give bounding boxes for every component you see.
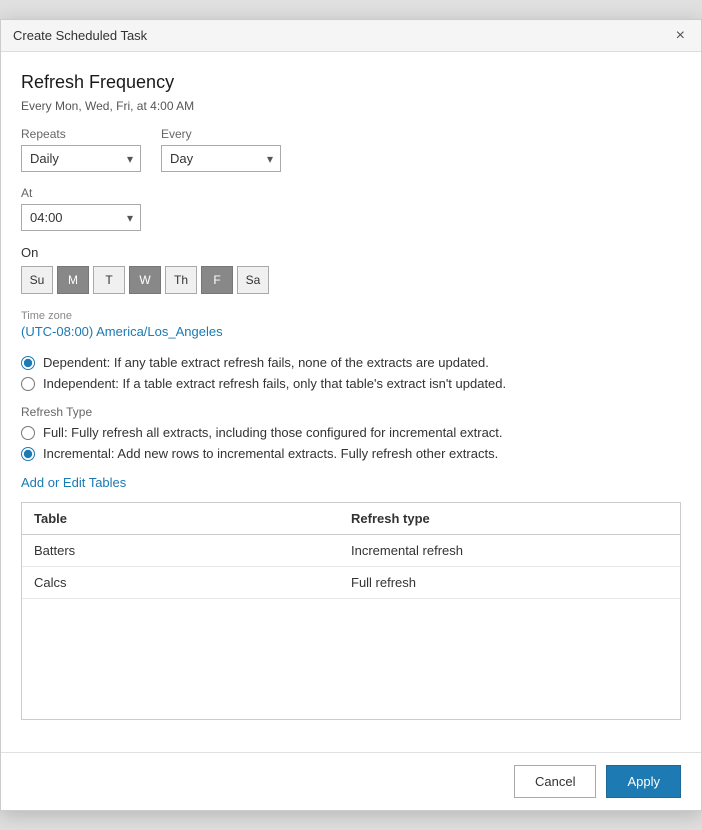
full-refresh-label[interactable]: Full: Fully refresh all extracts, includ… (43, 425, 503, 440)
dialog-body: Refresh Frequency Every Mon, Wed, Fri, a… (1, 52, 701, 752)
full-refresh-radio-item: Full: Fully refresh all extracts, includ… (21, 425, 681, 440)
refresh-type-calcs: Full refresh (351, 575, 668, 590)
table-col-header: Table (34, 511, 351, 526)
on-label: On (21, 245, 681, 260)
day-btn-th[interactable]: Th (165, 266, 197, 294)
refresh-type-col-header: Refresh type (351, 511, 668, 526)
timezone-link[interactable]: (UTC-08:00) America/Los_Angeles (21, 324, 223, 339)
table-header: Table Refresh type (22, 503, 680, 535)
repeats-select-wrapper: Daily Weekly Monthly (21, 145, 141, 172)
table-row: Batters Incremental refresh (22, 535, 680, 567)
independent-radio-item: Independent: If a table extract refresh … (21, 376, 681, 391)
table-name-calcs: Calcs (34, 575, 351, 590)
on-section: On Su M T W Th F Sa (21, 245, 681, 294)
dependent-radio-item: Dependent: If any table extract refresh … (21, 355, 681, 370)
dialog-titlebar: Create Scheduled Task × (1, 20, 701, 52)
table-row: Calcs Full refresh (22, 567, 680, 599)
incremental-refresh-label[interactable]: Incremental: Add new rows to incremental… (43, 446, 498, 461)
day-btn-t[interactable]: T (93, 266, 125, 294)
apply-button[interactable]: Apply (606, 765, 681, 798)
timezone-label: Time zone (21, 310, 681, 322)
section-title: Refresh Frequency (21, 72, 681, 93)
table-name-batters: Batters (34, 543, 351, 558)
refresh-type-label: Refresh Type (21, 405, 681, 419)
refresh-type-radio-group: Full: Fully refresh all extracts, includ… (21, 425, 681, 461)
every-label: Every (161, 127, 281, 141)
incremental-refresh-radio-item: Incremental: Add new rows to incremental… (21, 446, 681, 461)
tables-container: Table Refresh type Batters Incremental r… (21, 502, 681, 720)
repeats-label: Repeats (21, 127, 141, 141)
refresh-type-batters: Incremental refresh (351, 543, 668, 558)
at-label: At (21, 186, 141, 200)
incremental-refresh-radio[interactable] (21, 447, 35, 461)
day-btn-w[interactable]: W (129, 266, 161, 294)
timezone-group: Time zone (UTC-08:00) America/Los_Angele… (21, 310, 681, 339)
repeats-group: Repeats Daily Weekly Monthly (21, 127, 141, 172)
full-refresh-radio[interactable] (21, 426, 35, 440)
at-row: At 04:00 05:00 06:00 (21, 186, 681, 231)
day-btn-m[interactable]: M (57, 266, 89, 294)
days-row: Su M T W Th F Sa (21, 266, 681, 294)
dialog-footer: Cancel Apply (1, 752, 701, 810)
every-group: Every Day 2 Days 3 Days (161, 127, 281, 172)
repeats-every-row: Repeats Daily Weekly Monthly Every Day 2… (21, 127, 681, 172)
cancel-button[interactable]: Cancel (514, 765, 596, 798)
day-btn-f[interactable]: F (201, 266, 233, 294)
create-scheduled-task-dialog: Create Scheduled Task × Refresh Frequenc… (0, 19, 702, 811)
add-edit-tables-link[interactable]: Add or Edit Tables (21, 475, 126, 490)
every-select[interactable]: Day 2 Days 3 Days (161, 145, 281, 172)
at-select-wrapper: 04:00 05:00 06:00 (21, 204, 141, 231)
independent-radio-label[interactable]: Independent: If a table extract refresh … (43, 376, 506, 391)
every-select-wrapper: Day 2 Days 3 Days (161, 145, 281, 172)
dependency-radio-group: Dependent: If any table extract refresh … (21, 355, 681, 391)
table-empty-area (22, 599, 680, 719)
independent-radio[interactable] (21, 377, 35, 391)
refresh-type-section: Refresh Type Full: Fully refresh all ext… (21, 405, 681, 461)
at-select[interactable]: 04:00 05:00 06:00 (21, 204, 141, 231)
day-btn-sa[interactable]: Sa (237, 266, 269, 294)
close-button[interactable]: × (672, 26, 689, 46)
repeats-select[interactable]: Daily Weekly Monthly (21, 145, 141, 172)
day-btn-su[interactable]: Su (21, 266, 53, 294)
dependent-radio[interactable] (21, 356, 35, 370)
at-group: At 04:00 05:00 06:00 (21, 186, 141, 231)
schedule-summary: Every Mon, Wed, Fri, at 4:00 AM (21, 99, 681, 113)
dialog-title: Create Scheduled Task (13, 28, 147, 43)
dependent-radio-label[interactable]: Dependent: If any table extract refresh … (43, 355, 489, 370)
